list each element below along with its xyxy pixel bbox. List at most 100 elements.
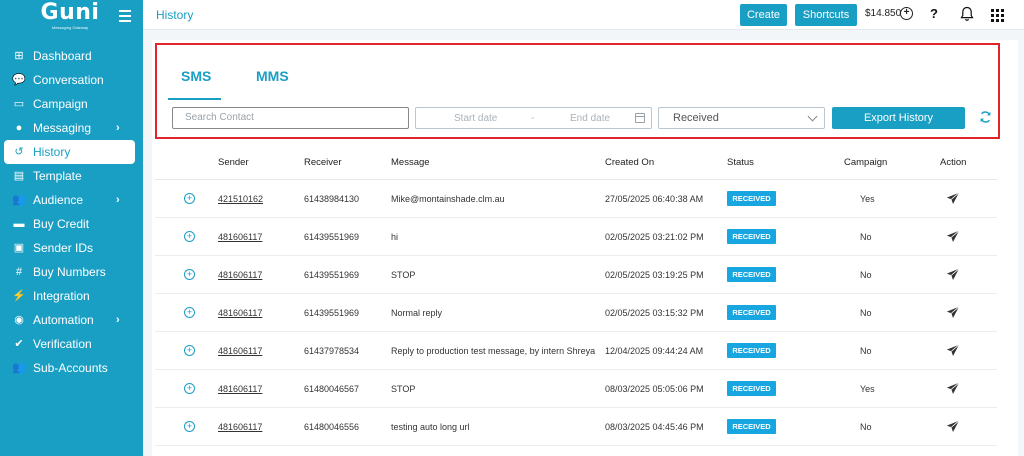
column-header-status[interactable]: Status	[727, 157, 754, 168]
send-icon[interactable]	[946, 268, 960, 281]
send-icon[interactable]	[946, 420, 960, 433]
sidebar-item-sub-accounts[interactable]: 👥 Sub-Accounts	[0, 356, 143, 380]
expand-row-icon[interactable]: +	[184, 269, 195, 280]
status-badge: RECEIVED	[727, 305, 776, 320]
apps-grid-icon[interactable]	[991, 9, 1004, 22]
created-on-cell: 02/05/2025 03:15:32 PM	[605, 308, 704, 318]
expand-row-icon[interactable]: +	[184, 193, 195, 204]
column-header-message[interactable]: Message	[391, 157, 430, 168]
receiver-cell: 61438984130	[304, 194, 360, 204]
sender-link[interactable]: 481606117	[218, 308, 262, 318]
date-range-picker[interactable]: Start date - End date	[415, 107, 652, 129]
shortcuts-button[interactable]: Shortcuts	[795, 4, 857, 26]
active-tab-indicator	[168, 98, 221, 100]
sidebar-item-label: Sub-Accounts	[33, 361, 108, 375]
send-icon[interactable]	[946, 230, 960, 243]
receiver-cell: 61439551969	[304, 232, 360, 242]
message-cell: STOP	[391, 270, 416, 280]
created-on-cell: 27/05/2025 06:40:38 AM	[605, 194, 704, 204]
create-button[interactable]: Create	[740, 4, 787, 26]
logo-subtitle: Messaging Gateway	[51, 25, 89, 30]
sidebar-item-audience[interactable]: 👥 Audience ›	[0, 188, 143, 212]
expand-row-icon[interactable]: +	[184, 231, 195, 242]
expand-row-icon[interactable]: +	[184, 421, 195, 432]
send-icon[interactable]	[946, 306, 960, 319]
sidebar-item-messaging[interactable]: ● Messaging ›	[0, 116, 143, 140]
notification-bell-icon[interactable]	[960, 6, 974, 22]
help-icon[interactable]: ?	[930, 6, 938, 21]
table-row[interactable]: +481606117 61439551969 hi 02/05/2025 03:21:…	[155, 218, 997, 256]
table-row[interactable]: +481606117 61480046567 STOP 08/03/2025 05:0…	[155, 370, 997, 408]
sidebar-item-label: Verification	[33, 337, 92, 351]
sender-link[interactable]: 481606117	[218, 384, 262, 394]
table-row[interactable]: +481606117 61439551969 Normal reply 02/05/2…	[155, 294, 997, 332]
sidebar-item-verification[interactable]: ✔ Verification	[0, 332, 143, 356]
brand-logo[interactable]: Guni Messaging Gateway	[36, 2, 104, 32]
tab-mms[interactable]: MMS	[256, 68, 289, 84]
tab-sms[interactable]: SMS	[181, 68, 211, 84]
start-date-input[interactable]: Start date	[454, 113, 497, 124]
calendar-icon[interactable]	[635, 113, 645, 123]
sidebar-item-dashboard[interactable]: ⊞ Dashboard	[0, 44, 143, 68]
expand-row-icon[interactable]: +	[184, 307, 195, 318]
sender-link[interactable]: 481606117	[218, 232, 262, 242]
table-row[interactable]: +481606117 61439551969 STOP 02/05/2025 03:1…	[155, 256, 997, 294]
table-row[interactable]: +421510162 61438984130 Mike@montainshade.c…	[155, 180, 997, 218]
hash-icon: #	[15, 265, 23, 278]
column-header-receiver[interactable]: Receiver	[304, 157, 342, 168]
campaign-cell: No	[860, 422, 872, 432]
status-badge: RECEIVED	[727, 229, 776, 244]
send-icon[interactable]	[946, 192, 960, 205]
sender-link[interactable]: 481606117	[218, 346, 262, 356]
message-cell: Reply to production test message, by int…	[391, 346, 596, 356]
sidebar-item-history[interactable]: ↺ History	[4, 140, 135, 164]
sidebar-item-sender-ids[interactable]: ▣ Sender IDs	[0, 236, 143, 260]
campaign-cell: Yes	[860, 194, 875, 204]
send-icon[interactable]	[946, 382, 960, 395]
accounts-icon: 👥	[12, 361, 26, 374]
date-separator: -	[531, 113, 535, 124]
column-header-campaign[interactable]: Campaign	[844, 157, 887, 168]
column-header-sender[interactable]: Sender	[218, 157, 249, 168]
receiver-cell: 61480046567	[304, 384, 360, 394]
sender-link[interactable]: 481606117	[218, 270, 262, 280]
refresh-icon[interactable]	[979, 110, 992, 124]
table-header: Sender Receiver Message Created On Statu…	[155, 142, 997, 180]
sender-link[interactable]: 481606117	[218, 422, 262, 432]
campaign-cell: No	[860, 232, 872, 242]
add-credit-icon[interactable]: +	[900, 7, 913, 20]
document-icon: ▤	[13, 169, 25, 182]
message-cell: STOP	[391, 384, 416, 394]
status-badge: RECEIVED	[727, 419, 776, 434]
sender-link[interactable]: 421510162	[218, 194, 263, 204]
chevron-right-icon: ›	[116, 194, 120, 206]
logo-text: Guni	[40, 0, 100, 25]
sidebar-item-campaign[interactable]: ▭ Campaign	[0, 92, 143, 116]
sidebar-item-integration[interactable]: ⚡ Integration	[0, 284, 143, 308]
sidebar-item-conversation[interactable]: 💬 Conversation	[0, 68, 143, 92]
chat-icon: 💬	[12, 73, 26, 86]
sidebar-item-label: Integration	[33, 289, 90, 303]
page-title: History	[156, 8, 194, 22]
table-row[interactable]: +481606117 61480046556 testing auto long u…	[155, 408, 997, 446]
status-badge: RECEIVED	[727, 191, 776, 206]
send-icon[interactable]	[946, 344, 960, 357]
sidebar-item-label: Buy Credit	[33, 217, 90, 231]
column-header-created-on[interactable]: Created On	[605, 157, 654, 168]
hamburger-menu-icon[interactable]	[119, 10, 131, 22]
sidebar-item-automation[interactable]: ◉ Automation ›	[0, 308, 143, 332]
message-cell: Mike@montainshade.clm.au	[391, 194, 505, 204]
sidebar-item-label: Campaign	[33, 97, 88, 111]
campaign-cell: No	[860, 346, 872, 356]
expand-row-icon[interactable]: +	[184, 383, 195, 394]
search-contact-input[interactable]: Search Contact	[172, 107, 409, 129]
sidebar-item-template[interactable]: ▤ Template	[0, 164, 143, 188]
sidebar-item-buy-credit[interactable]: ▬ Buy Credit	[0, 212, 143, 236]
export-history-button[interactable]: Export History	[832, 107, 965, 129]
table-row[interactable]: +481606117 61437978534 Reply to production…	[155, 332, 997, 370]
plug-icon: ⚡	[12, 289, 26, 302]
end-date-input[interactable]: End date	[570, 113, 610, 124]
expand-row-icon[interactable]: +	[184, 345, 195, 356]
sidebar-item-buy-numbers[interactable]: # Buy Numbers	[0, 260, 143, 284]
direction-select[interactable]: Received	[658, 107, 825, 129]
